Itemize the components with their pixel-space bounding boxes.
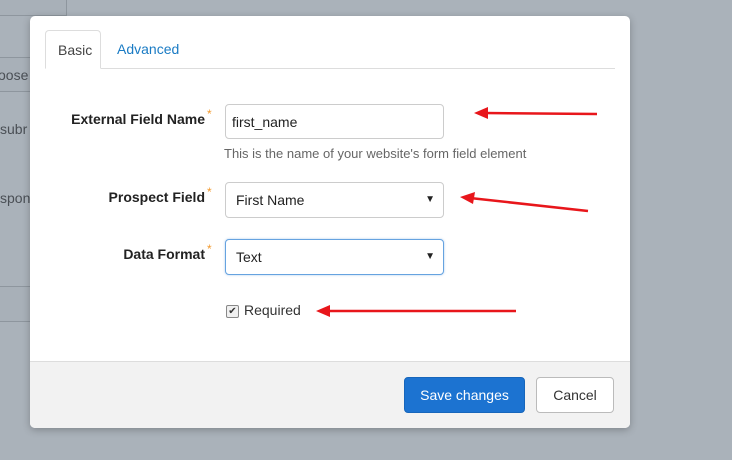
data-format-value: Text [236,249,262,265]
tab-advanced[interactable]: Advanced [105,30,191,68]
data-format-select[interactable]: Text ▼ [225,239,444,275]
background-text: oose [0,67,29,83]
prospect-field-select[interactable]: First Name ▼ [225,182,444,218]
check-icon: ✔ [228,306,237,317]
caret-down-icon: ▼ [425,194,435,205]
external-field-name-help: This is the name of your website's form … [224,146,527,161]
caret-down-icon: ▼ [425,251,435,262]
tab-bar: Basic Advanced [45,30,615,69]
required-marker: * [207,185,212,199]
cancel-button[interactable]: Cancel [536,377,614,413]
edit-field-modal: Basic Advanced External Field Name * Thi… [30,16,630,428]
background-text: spon [0,190,31,206]
tab-basic[interactable]: Basic [45,30,101,69]
prospect-field-value: First Name [236,192,305,208]
prospect-field-label: Prospect Field [108,189,205,205]
external-field-name-input[interactable] [225,104,444,139]
save-changes-button[interactable]: Save changes [404,377,525,413]
external-field-name-label: External Field Name [71,111,205,127]
required-checkbox[interactable]: ✔ [226,305,239,318]
data-format-label: Data Format [123,246,205,262]
modal-footer: Save changes Cancel [30,361,630,428]
required-marker: * [207,242,212,256]
required-marker: * [207,107,212,121]
required-checkbox-label[interactable]: Required [244,302,301,318]
background-text: subr [0,121,28,137]
background-divider [0,286,32,322]
background-panel [0,0,67,16]
